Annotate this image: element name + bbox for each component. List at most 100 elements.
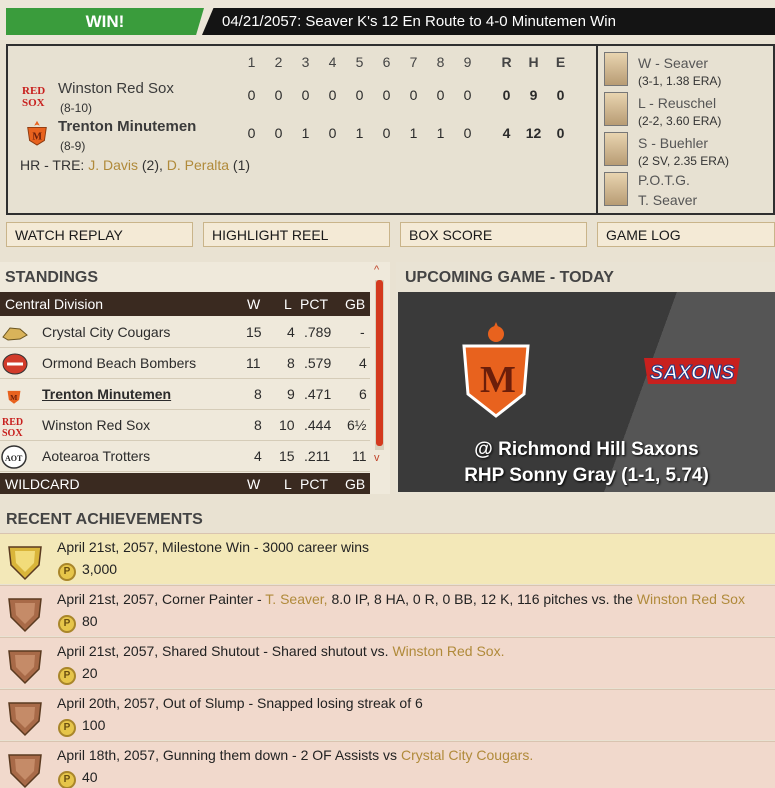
achievement-description: April 18th, 2057, Gunning them down - 2 … — [57, 747, 401, 763]
away-team-name[interactable]: Winston Red Sox — [58, 80, 174, 97]
division-name: Central Division — [5, 296, 104, 312]
col-w: W — [247, 296, 261, 312]
achievement-row[interactable]: April 21st, 2057, Shared Shutout - Share… — [0, 637, 775, 688]
achievement-link[interactable]: T. Seaver, — [265, 591, 327, 607]
standings-row[interactable]: Ormond Beach Bombers 11 8 .579 4 — [0, 348, 370, 379]
logo-letter: M — [480, 359, 516, 401]
potg-player[interactable]: T. Seaver — [638, 192, 697, 208]
inning-header: 4 — [328, 54, 337, 70]
errors-total: 0 — [556, 125, 565, 141]
trotters-logo-icon: AOT — [1, 445, 27, 469]
inning-score: 0 — [409, 87, 418, 103]
losing-pitcher[interactable]: L - Reuschel — [638, 95, 716, 111]
standings-row[interactable]: AOT Aotearoa Trotters 4 15 .211 11 — [0, 441, 370, 472]
losing-pitcher-stats: (2-2, 3.60 ERA) — [638, 114, 722, 128]
bombers-logo-icon — [2, 353, 28, 375]
achievement-row[interactable]: April 20th, 2057, Out of Slump - Snapped… — [0, 689, 775, 740]
minutemen-logo-icon: M — [7, 390, 21, 404]
highlight-reel-button[interactable]: HIGHLIGHT REEL — [203, 222, 390, 247]
save-pitcher-stats: (2 SV, 2.35 ERA) — [638, 154, 729, 168]
standings-losses: 10 — [279, 417, 295, 433]
hr-player-link[interactable]: D. Peralta — [167, 157, 229, 173]
standings-gb: 4 — [359, 355, 367, 371]
gold-badge-icon — [8, 546, 42, 581]
svg-text:SAXONS: SAXONS — [650, 362, 735, 384]
hr-count: (2), — [141, 157, 163, 173]
standings-team-current[interactable]: Trenton Minutemen — [42, 386, 171, 402]
inning-score: 0 — [247, 87, 256, 103]
standings-gb: 6 — [359, 386, 367, 402]
standings-wins: 8 — [254, 417, 262, 433]
standings-team[interactable]: Crystal City Cougars — [42, 324, 170, 340]
svg-text:RED: RED — [22, 85, 45, 97]
achievement-link[interactable]: Winston Red Sox — [637, 591, 745, 607]
bronze-badge-icon — [8, 650, 42, 685]
game-log-button[interactable]: GAME LOG — [597, 222, 775, 247]
standings-pct: .789 — [304, 324, 332, 340]
standings-losses: 9 — [287, 386, 295, 402]
achievement-description: April 21st, 2057, Shared Shutout - Share… — [57, 643, 393, 659]
inning-score: 1 — [436, 125, 445, 141]
standings-title: STANDINGS — [5, 269, 99, 286]
points-coin-icon: P — [58, 719, 76, 737]
achievement-text: April 18th, 2057, Gunning them down - 2 … — [57, 747, 533, 763]
player-card-icon — [604, 172, 628, 206]
standings-scroll-thumb[interactable] — [376, 280, 383, 446]
hr-count: (1) — [232, 157, 251, 173]
standings-row[interactable]: Crystal City Cougars 15 4 .789 - — [0, 317, 370, 348]
inning-score: 1 — [409, 125, 418, 141]
achievement-row[interactable]: April 21st, 2057, Corner Painter - T. Se… — [0, 585, 775, 636]
achievement-description: April 21st, 2057, Corner Painter - — [57, 591, 266, 607]
inning-header: 7 — [409, 54, 418, 70]
achievement-points: 100 — [82, 717, 106, 733]
runs-total: 0 — [502, 87, 511, 103]
home-runs-line: HR - TRE: J. Davis (2), D. Peralta (1) — [20, 157, 250, 173]
standings-wins: 4 — [254, 448, 262, 464]
scroll-down-icon[interactable]: v — [374, 452, 380, 464]
upcoming-game-card[interactable]: M SAXONS @ Richmond Hill Saxons RHP Sonn… — [398, 292, 775, 492]
inning-score: 1 — [301, 125, 310, 141]
standings-team[interactable]: Ormond Beach Bombers — [42, 355, 196, 371]
home-team-name[interactable]: Trenton Minutemen — [58, 118, 196, 135]
achievement-link[interactable]: Winston Red Sox. — [392, 643, 504, 659]
runs-header: R — [501, 54, 512, 70]
inning-score: 0 — [328, 125, 337, 141]
red-sox-logo-icon: RED SOX — [2, 417, 23, 437]
scoreboard: 1 2 3 4 5 6 7 8 9 R H E RED SOX Winston … — [6, 44, 775, 215]
winning-pitcher[interactable]: W - Seaver — [638, 55, 708, 71]
inning-score: 1 — [355, 125, 364, 141]
box-score-button[interactable]: BOX SCORE — [400, 222, 587, 247]
watch-replay-button[interactable]: WATCH REPLAY — [6, 222, 193, 247]
hr-player-link[interactable]: J. Davis — [88, 157, 138, 173]
inning-score: 0 — [274, 87, 283, 103]
standings-row[interactable]: RED SOX Winston Red Sox 8 10 .444 6½ — [0, 410, 370, 441]
standings-gb: 11 — [352, 448, 367, 464]
standings-team[interactable]: Winston Red Sox — [42, 417, 150, 433]
standings-team[interactable]: Aotearoa Trotters — [42, 448, 150, 464]
standings-row[interactable]: M Trenton Minutemen 8 9 .471 6 — [0, 379, 370, 410]
upcoming-pitcher: RHP Sonny Gray (1-1, 5.74) — [464, 465, 709, 486]
achievement-detail: 8.0 IP, 8 HA, 0 R, 0 BB, 12 K, 116 pitch… — [327, 591, 637, 607]
achievement-points: 80 — [82, 613, 98, 629]
achievement-text: April 21st, 2057, Corner Painter - T. Se… — [57, 591, 745, 607]
col-l: L — [284, 476, 292, 492]
inning-score: 0 — [355, 87, 364, 103]
achievement-points: 3,000 — [82, 561, 118, 577]
hr-label: HR - TRE: — [20, 157, 85, 173]
svg-text:RED: RED — [2, 417, 23, 428]
save-pitcher[interactable]: S - Buehler — [638, 135, 708, 151]
scroll-up-icon[interactable]: ^ — [374, 264, 379, 276]
achievement-description: April 20th, 2057, Out of Slump - Snapped… — [57, 695, 423, 711]
col-gb: GB — [345, 476, 366, 492]
achievement-link[interactable]: Crystal City Cougars. — [401, 747, 533, 763]
achievement-row[interactable]: April 18th, 2057, Gunning them down - 2 … — [0, 741, 775, 788]
inning-header: 8 — [436, 54, 445, 70]
standings-losses: 8 — [287, 355, 295, 371]
bronze-badge-icon — [8, 754, 42, 788]
col-pct: PCT — [300, 296, 328, 312]
achievement-row[interactable]: April 21st, 2057, Milestone Win - 3000 c… — [0, 533, 775, 584]
home-team-record: (8-9) — [60, 139, 86, 153]
upcoming-title: UPCOMING GAME - TODAY — [405, 269, 614, 286]
inning-score: 0 — [463, 125, 472, 141]
standings-pct: .444 — [304, 417, 332, 433]
